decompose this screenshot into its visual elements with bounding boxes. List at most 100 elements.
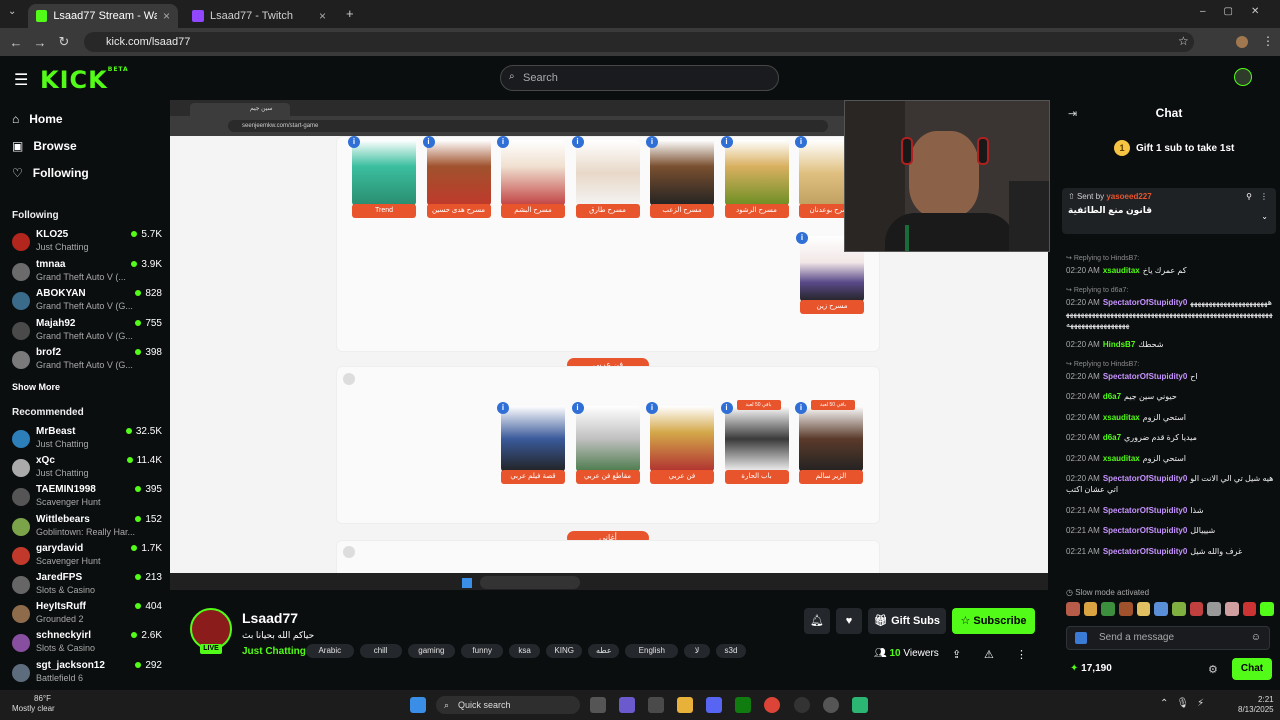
streamer-name[interactable]: Lsaad77: [242, 610, 298, 626]
message-user[interactable]: SpectatorOfStupidity0: [1103, 526, 1187, 535]
message-user[interactable]: d6a7: [1103, 392, 1121, 401]
message-user[interactable]: SpectatorOfStupidity0: [1103, 506, 1187, 515]
chat-send-button[interactable]: Chat: [1232, 658, 1272, 680]
kick-emote-icon[interactable]: [1075, 632, 1087, 644]
emoji-picker-icon[interactable]: ☺: [1251, 627, 1261, 649]
pinned-message[interactable]: ⇧ Sent by yasoeed227 قانون منع الطائفية …: [1062, 188, 1276, 234]
chevron-down-icon[interactable]: ⌄: [1261, 212, 1268, 221]
back-icon[interactable]: ←: [4, 35, 28, 50]
copilot-icon[interactable]: [619, 697, 635, 713]
stream-category[interactable]: Just Chatting: [242, 646, 306, 657]
emote-icon[interactable]: [1119, 602, 1133, 616]
search-input[interactable]: ⌕ Search: [500, 65, 779, 91]
bookmark-star-icon[interactable]: ☆: [1178, 34, 1189, 48]
sidebar-nav-browse[interactable]: ▣ Browse: [12, 139, 77, 153]
emote-icon[interactable]: [1083, 602, 1098, 616]
sidebar-channel-wittlebears[interactable]: Wittlebears Goblintown: Really Har... 15…: [12, 514, 162, 542]
follow-heart-icon[interactable]: ♥: [836, 608, 862, 634]
sidebar-channel-klo25[interactable]: KLO25 Just Chatting 5.7K: [12, 229, 162, 257]
message-user[interactable]: HindsB7: [1103, 340, 1135, 349]
collapse-icon[interactable]: [343, 546, 355, 558]
sidebar-channel-sgt_jackson12[interactable]: sgt_jackson12 Battlefield 6 292: [12, 660, 162, 688]
task-view-icon[interactable]: [590, 697, 606, 713]
sidebar-channel-taemin1998[interactable]: TAEMIN1998 Scavenger Hunt 395: [12, 484, 162, 512]
sidebar-channel-heyitsruff[interactable]: HeyItsRuff Grounded 2 404: [12, 601, 162, 629]
info-icon[interactable]: i: [497, 136, 509, 148]
stream-tag[interactable]: KING: [546, 644, 583, 658]
taskbar-clock[interactable]: 2:21 8/13/2025: [1238, 695, 1274, 715]
sidebar-channel-majah92[interactable]: Majah92 Grand Theft Auto V (G... 755: [12, 318, 162, 346]
gift-sub-banner[interactable]: 1 Gift 1 sub to take 1st: [1114, 140, 1234, 156]
tab-twitch[interactable]: Lsaad77 - Twitch ×: [184, 4, 334, 28]
info-icon[interactable]: i: [571, 136, 584, 148]
show-more-button[interactable]: Show More: [12, 382, 60, 392]
sidebar-channel-brof2[interactable]: brof2 Grand Theft Auto V (G... 398: [12, 347, 162, 375]
info-icon[interactable]: i: [571, 402, 584, 414]
game-card[interactable]: قصة فيلم عربي i: [497, 402, 565, 486]
kick-logo[interactable]: KICKBETA: [40, 66, 129, 94]
close-icon[interactable]: ×: [163, 9, 170, 23]
notification-bell-icon[interactable]: 🔔︎: [804, 608, 830, 634]
stream-tag[interactable]: funny: [461, 644, 504, 658]
message-user[interactable]: xsauditax: [1103, 454, 1140, 463]
emote-icon[interactable]: [1242, 602, 1257, 616]
share-icon[interactable]: ⇪: [952, 648, 961, 661]
tab-kick[interactable]: Lsaad77 Stream - Watch Live o ×: [28, 4, 178, 28]
obs-icon[interactable]: [794, 697, 810, 713]
discord-icon[interactable]: [706, 697, 722, 713]
game-card[interactable]: مسرح هدى حسين i: [422, 136, 491, 220]
game-card[interactable]: باب الحارة i باقي 50 لعبة: [720, 400, 789, 486]
gift-subs-button[interactable]: 🎁︎ Gift Subs: [868, 608, 946, 634]
stream-tag[interactable]: English: [625, 644, 679, 658]
sidebar-channel-xqc[interactable]: xQc Just Chatting 11.4K: [12, 455, 162, 483]
stream-tag[interactable]: عطه: [588, 644, 620, 658]
hamburger-menu-icon[interactable]: ☰: [14, 70, 28, 90]
close-icon[interactable]: ×: [319, 9, 326, 23]
system-tray-icons[interactable]: ⌃🎙︎⚡: [1160, 698, 1212, 709]
sidebar-nav-home[interactable]: ⌂ Home: [12, 112, 63, 126]
game-card[interactable]: مقاطع فن عربي i: [571, 402, 640, 486]
game-card[interactable]: فن عربي i: [646, 402, 714, 486]
stream-tag[interactable]: Arabic: [306, 644, 354, 658]
pinned-sender[interactable]: yasoeed227: [1106, 192, 1151, 201]
report-icon[interactable]: ⚠: [984, 648, 994, 661]
stream-tag[interactable]: ksa: [509, 644, 540, 658]
emote-icon[interactable]: [1207, 602, 1222, 616]
info-icon[interactable]: i: [646, 402, 658, 414]
channel-points[interactable]: ✦ 17,190: [1070, 663, 1112, 674]
sidebar-channel-mrbeast[interactable]: MrBeast Just Chatting 32.5K: [12, 426, 162, 454]
stream-tag[interactable]: s3d: [715, 644, 747, 658]
emote-icon[interactable]: [1136, 602, 1151, 616]
stream-tag[interactable]: لا: [684, 644, 710, 658]
info-icon[interactable]: i: [422, 136, 435, 148]
sidebar-channel-garydavid[interactable]: garydavid Scavenger Hunt 1.7K: [12, 543, 162, 571]
emote-icon[interactable]: [1225, 602, 1239, 616]
message-user[interactable]: SpectatorOfStupidity0: [1103, 474, 1187, 483]
chat-settings-icon[interactable]: ⚙: [1208, 663, 1218, 676]
message-user[interactable]: SpectatorOfStupidity0: [1103, 547, 1187, 556]
window-controls[interactable]: –▢✕: [1200, 6, 1277, 17]
profile-avatar[interactable]: [1236, 36, 1248, 48]
more-options-icon[interactable]: ⋮: [1260, 192, 1268, 201]
message-user[interactable]: xsauditax: [1103, 266, 1140, 275]
info-icon[interactable]: i: [795, 136, 807, 148]
file-explorer-icon[interactable]: [677, 697, 693, 713]
info-icon[interactable]: i: [497, 402, 509, 414]
store-icon[interactable]: [648, 697, 664, 713]
message-user[interactable]: d6a7: [1103, 433, 1121, 442]
emote-icon[interactable]: [1066, 602, 1080, 616]
more-icon[interactable]: ⋮: [1016, 648, 1027, 661]
settings-app-icon[interactable]: [823, 697, 839, 713]
game-card[interactable]: مسرح طارق i: [571, 136, 640, 220]
info-icon[interactable]: i: [720, 402, 733, 414]
emote-icon[interactable]: [1189, 602, 1204, 616]
message-user[interactable]: SpectatorOfStupidity0: [1103, 298, 1187, 307]
sidebar-channel-jaredfps[interactable]: JaredFPS Slots & Casino 213: [12, 572, 162, 600]
stream-tag[interactable]: gaming: [407, 644, 456, 658]
app-icon[interactable]: [852, 697, 868, 713]
taskbar-search[interactable]: ⌕ Quick search: [436, 696, 580, 714]
sidebar-channel-tmnaa[interactable]: tmnaa Grand Theft Auto V (... 3.9K: [12, 259, 162, 287]
forward-icon[interactable]: →: [28, 35, 52, 50]
chrome-icon[interactable]: [764, 697, 780, 713]
emote-icon[interactable]: [1154, 602, 1169, 616]
